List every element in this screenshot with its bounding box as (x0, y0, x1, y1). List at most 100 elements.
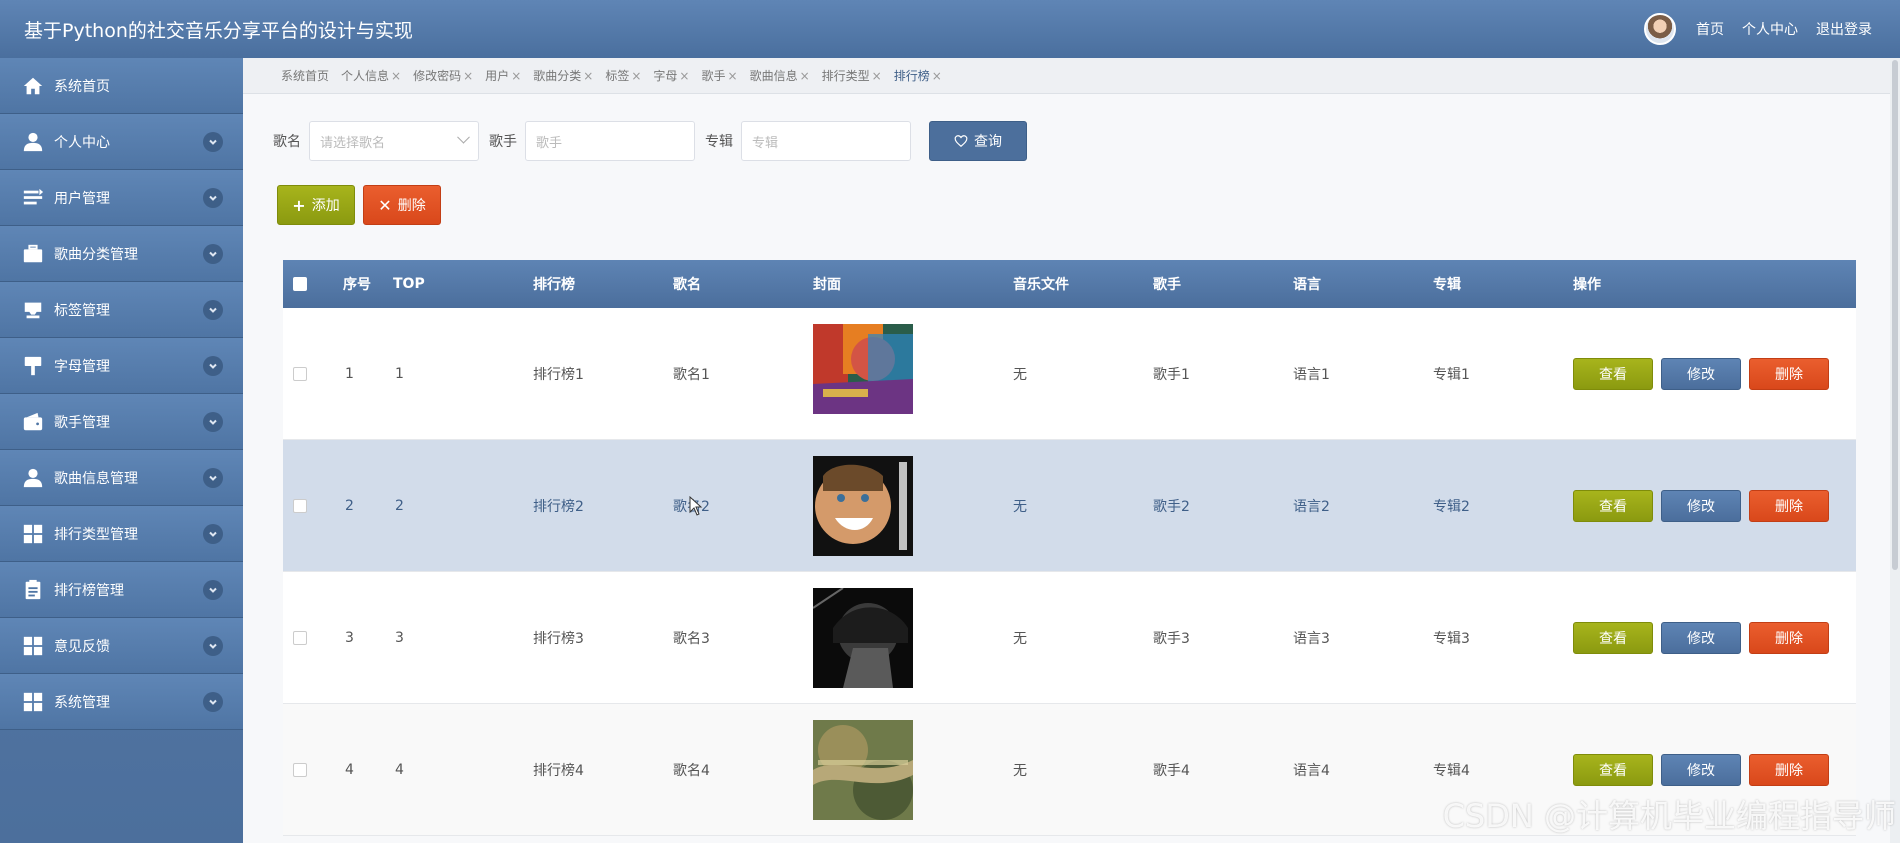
chevron-down-icon[interactable] (203, 635, 223, 656)
chevron-down-icon[interactable] (203, 523, 223, 544)
profile-link[interactable]: 个人中心 (1742, 19, 1798, 39)
tab-close-icon[interactable]: × (391, 69, 401, 83)
sidebar-item-2[interactable]: 用户管理 (0, 170, 243, 226)
chevron-down-icon[interactable] (203, 299, 223, 320)
view-button[interactable]: 查看 (1573, 621, 1653, 654)
sidebar-item-1[interactable]: 个人中心 (0, 114, 243, 170)
sidebar-item-label: 排行榜管理 (54, 582, 124, 599)
sidebar-item-label: 用户管理 (54, 190, 110, 207)
tab-1[interactable]: 个人信息 × (341, 67, 401, 84)
album-cover-image[interactable] (813, 323, 913, 424)
row-checkbox[interactable] (293, 498, 307, 513)
add-button[interactable]: + 添加 (277, 185, 355, 225)
tab-5[interactable]: 标签 × (605, 67, 641, 84)
batch-delete-button[interactable]: ✕ 删除 (363, 185, 441, 225)
cell-top: 3 (395, 629, 404, 646)
scrollbar-thumb[interactable] (1892, 60, 1898, 570)
tab-3[interactable]: 用户 × (485, 67, 521, 84)
wallet-icon (20, 411, 46, 433)
row-checkbox[interactable] (293, 630, 307, 645)
singer-label: 歌手 (489, 134, 517, 150)
sidebar-item-8[interactable]: 排行类型管理 (0, 506, 243, 562)
sidebar-item-11[interactable]: 系统管理 (0, 674, 243, 730)
chevron-down-icon[interactable] (203, 691, 223, 712)
avatar[interactable] (1644, 13, 1676, 45)
sidebar-item-label: 排行类型管理 (54, 526, 138, 543)
chevron-down-icon[interactable] (203, 131, 223, 152)
header-links: 首页 个人中心 退出登录 (1644, 0, 1872, 58)
delete-button[interactable]: 删除 (1749, 357, 1829, 390)
cell-singer: 歌手1 (1153, 366, 1190, 383)
view-button[interactable]: 查看 (1573, 489, 1653, 522)
tab-6[interactable]: 字母 × (653, 67, 689, 84)
edit-button[interactable]: 修改 (1661, 753, 1741, 786)
tab-close-icon[interactable]: × (463, 69, 473, 83)
album-label: 专辑 (705, 134, 733, 150)
chevron-down-icon[interactable] (203, 243, 223, 264)
sidebar-item-5[interactable]: 字母管理 (0, 338, 243, 394)
sidebar-item-9[interactable]: 排行榜管理 (0, 562, 243, 618)
cell-index: 4 (345, 761, 354, 778)
add-button-label: 添加 (311, 198, 340, 214)
chevron-down-icon[interactable] (203, 411, 223, 432)
tab-9[interactable]: 排行类型 × (822, 67, 882, 84)
cell-singer: 歌手3 (1153, 630, 1190, 647)
album-cover-image[interactable] (813, 719, 913, 820)
delete-button[interactable]: 删除 (1749, 489, 1829, 522)
cell-language: 语言2 (1293, 498, 1330, 515)
edit-button[interactable]: 修改 (1661, 357, 1741, 390)
sidebar-item-3[interactable]: 歌曲分类管理 (0, 226, 243, 282)
sidebar: 系统首页 个人中心用户管理歌曲分类管理 标签管理 字母管理 歌手管理 歌曲信息管理排行类型… (0, 58, 243, 843)
table-row[interactable]: 22排行榜2歌名2无歌手2语言2专辑2查看修改删除 (283, 440, 1856, 572)
album-cover-image[interactable] (813, 587, 913, 688)
view-button[interactable]: 查看 (1573, 357, 1653, 390)
tab-10[interactable]: 排行榜 × (894, 67, 942, 84)
tab-2[interactable]: 修改密码 × (413, 67, 473, 84)
plus-icon: + (292, 195, 306, 215)
row-checkbox[interactable] (293, 366, 307, 381)
chevron-down-icon[interactable] (203, 187, 223, 208)
home-link[interactable]: 首页 (1696, 19, 1724, 39)
tab-close-icon[interactable]: × (872, 69, 882, 83)
album-input-placeholder: 专辑 (752, 135, 779, 151)
table-row[interactable]: 3 3 排行榜3 歌名3 无 歌手3 语言3 专辑3 查看 修改 删除 (283, 572, 1856, 704)
tab-close-icon[interactable]: × (679, 69, 689, 83)
tab-label: 系统首页 (281, 69, 330, 83)
tab-8[interactable]: 歌曲信息 × (750, 67, 810, 84)
page-scrollbar[interactable] (1890, 58, 1900, 843)
song-select[interactable]: 请选择歌名 (309, 121, 479, 161)
tab-4[interactable]: 歌曲分类 × (533, 67, 593, 84)
select-all-checkbox[interactable] (293, 277, 307, 291)
app-title: 基于Python的社交音乐分享平台的设计与实现 (24, 19, 413, 42)
sidebar-item-0[interactable]: 系统首页 (0, 58, 243, 114)
chevron-down-icon[interactable] (203, 355, 223, 376)
tab-close-icon[interactable]: × (631, 69, 641, 83)
album-input[interactable]: 专辑 (741, 121, 911, 161)
cell-album: 专辑3 (1433, 630, 1470, 647)
tab-close-icon[interactable]: × (800, 69, 810, 83)
delete-button[interactable]: 删除 (1749, 753, 1829, 786)
query-button[interactable]: 查询 (929, 121, 1027, 161)
tab-label: 歌手 (701, 69, 726, 83)
tab-close-icon[interactable]: × (583, 69, 593, 83)
delete-button[interactable]: 删除 (1749, 621, 1829, 654)
edit-button[interactable]: 修改 (1661, 621, 1741, 654)
sidebar-item-10[interactable]: 意见反馈 (0, 618, 243, 674)
tab-0[interactable]: 系统首页 (281, 67, 329, 84)
logout-link[interactable]: 退出登录 (1816, 19, 1872, 39)
chevron-down-icon[interactable] (203, 467, 223, 488)
table-row[interactable]: 1 1 排行榜1 歌名1 无 歌手1 语言1 专辑1 查看 修改 删除 (283, 308, 1856, 440)
tab-7[interactable]: 歌手 × (701, 67, 737, 84)
tab-close-icon[interactable]: × (511, 69, 521, 83)
sidebar-item-6[interactable]: 歌手管理 (0, 394, 243, 450)
view-button[interactable]: 查看 (1573, 753, 1653, 786)
tab-close-icon[interactable]: × (932, 69, 942, 83)
singer-input[interactable]: 歌手 (525, 121, 695, 161)
tab-close-icon[interactable]: × (728, 69, 738, 83)
row-checkbox[interactable] (293, 762, 307, 777)
sidebar-item-7[interactable]: 歌曲信息管理 (0, 450, 243, 506)
chevron-down-icon[interactable] (203, 579, 223, 600)
album-cover-image[interactable] (813, 455, 913, 556)
edit-button[interactable]: 修改 (1661, 489, 1741, 522)
sidebar-item-4[interactable]: 标签管理 (0, 282, 243, 338)
